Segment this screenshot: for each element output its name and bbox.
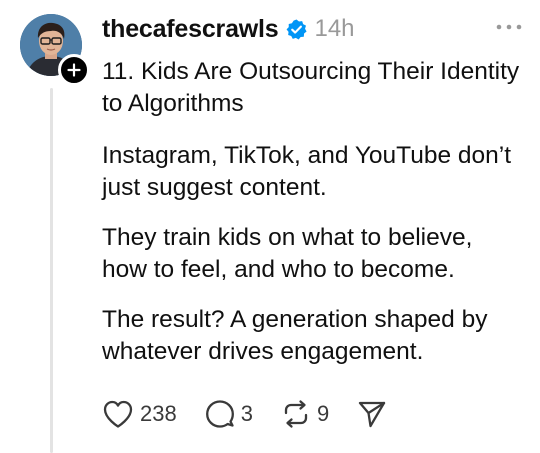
reply-count: 3 [240,401,253,426]
reply-button[interactable]: 3 [205,399,253,429]
post-timestamp: 14h [314,15,355,42]
repost-count: 9 [316,401,330,426]
heart-icon [103,400,133,428]
more-options-button[interactable] [482,14,522,40]
repost-button[interactable]: 9 [281,399,329,429]
post-body: 11. Kids Are Outsourcing Their Identity … [102,56,522,368]
send-icon [359,401,386,428]
follow-button[interactable] [58,54,90,86]
like-button[interactable]: 238 [102,399,177,429]
share-button[interactable] [357,399,387,429]
post-header: thecafescrawls 14h [102,12,522,46]
post-content: thecafescrawls 14h 11. Kids Are Outsourc… [102,12,522,428]
verified-badge-icon [285,18,308,41]
like-count: 238 [140,401,177,426]
post-actions: 238 3 9 [102,396,415,432]
username[interactable]: thecafescrawls [102,15,279,44]
plus-icon [67,63,81,77]
post-paragraph: 11. Kids Are Outsourcing Their Identity … [102,58,520,117]
thread-post: thecafescrawls 14h 11. Kids Are Outsourc… [0,0,540,453]
repost-icon [284,400,308,428]
post-paragraph: The result? A generation shaped by whate… [102,306,488,365]
post-paragraph: Instagram, TikTok, and YouTube don’t jus… [102,142,512,201]
post-paragraph: They train kids on what to believe, how … [102,224,473,283]
comment-icon [205,400,234,428]
thread-connector-line [50,88,53,453]
more-horizontal-icon [496,24,522,30]
